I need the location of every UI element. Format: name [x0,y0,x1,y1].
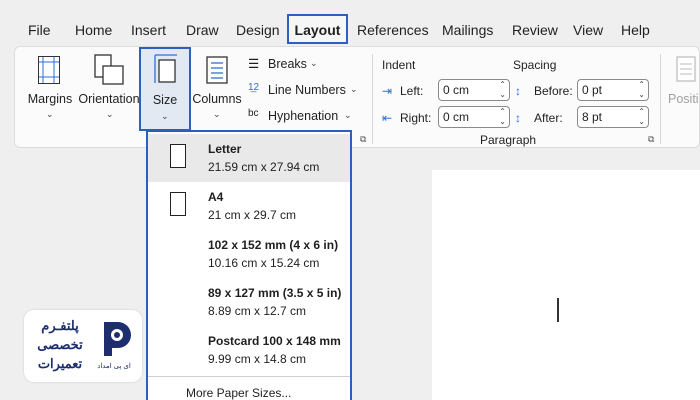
orientation-icon [94,54,124,85]
indent-right-value: 0 cm [443,110,470,124]
position-button[interactable]: Positi [666,54,700,114]
position-icon [676,56,696,82]
size-option-4x6[interactable]: 102 x 152 mm (4 x 6 in) 10.16 cm x 15.24… [148,230,350,278]
size-option-postcard[interactable]: Postcard 100 x 148 mm 9.99 cm x 14.8 cm [148,326,350,374]
indent-left-icon: ⇥ [382,84,393,98]
indent-right-input[interactable]: 0 cm ⌃ ⌄ [438,106,510,128]
spacing-after-value: 8 pt [582,110,603,124]
line-numbers-icon: 1̲2 [248,82,260,93]
logo-mark-icon [104,322,131,356]
chevron-down-icon: ⌄ [350,84,358,94]
size-option-title: 89 x 127 mm (3.5 x 5 in) [208,286,342,300]
menu-bar: File Home Insert Draw Design Layout Refe… [0,0,700,44]
paragraph-group-label: Paragraph [480,133,537,147]
columns-icon [206,56,228,84]
logo-line-3: تعمیرات [37,356,83,371]
group-divider [372,54,373,144]
size-option-dims: 21.59 cm x 27.94 cm [208,160,320,174]
menu-help[interactable]: Help [621,22,650,38]
menu-references[interactable]: References [357,22,429,38]
menu-separator [148,376,350,377]
spin-arrows-icon[interactable]: ⌃ ⌄ [638,107,645,127]
menu-insert[interactable]: Insert [131,22,166,38]
size-option-dims: 9.99 cm x 14.8 cm [208,352,307,366]
page-icon [170,144,186,168]
size-option-title: A4 [208,190,224,204]
size-label: Size [152,93,178,107]
hyphenation-label: Hyphenation [268,109,339,123]
menu-mailings[interactable]: Mailings [442,22,493,38]
columns-button[interactable]: Columns ⌄ [192,52,242,124]
page-setup-launcher-icon[interactable]: ⧉ [360,134,366,145]
size-option-title: Letter [208,142,242,156]
logo-subtitle: ای پی امداد [97,363,131,370]
menu-layout[interactable]: Layout [287,14,348,44]
breaks-button[interactable]: ☰ Breaks ⌄ [248,56,358,74]
indent-right-icon: ⇤ [382,111,393,125]
group-divider [660,54,661,144]
spacing-before-value: 0 pt [582,83,603,97]
more-paper-sizes[interactable]: More Paper Sizes... [186,386,291,400]
position-label: Positi [668,92,699,106]
brand-logo: پلتفـرم تخصصی تعمیرات ای پی امداد [24,310,142,382]
indent-title: Indent [382,58,416,72]
margins-icon [38,56,60,84]
page-icon [170,192,186,216]
orientation-button[interactable]: Orientation ⌄ [78,52,140,124]
spacing-title: Spacing [513,58,557,72]
margins-label: Margins [27,92,73,106]
line-numbers-button[interactable]: 1̲2 Line Numbers ⌄ [248,82,358,100]
breaks-label: Breaks [268,57,307,71]
size-option-title: 102 x 152 mm (4 x 6 in) [208,238,339,252]
chevron-down-icon: ⌄ [106,109,114,119]
spacing-after-input[interactable]: 8 pt ⌃ ⌄ [577,106,649,128]
chevron-down-icon: ⌄ [344,110,352,120]
size-option-dims: 10.16 cm x 15.24 cm [208,256,320,270]
indent-left-label: Left: [400,84,424,98]
menu-draw[interactable]: Draw [186,22,219,38]
spacing-after-label: After: [534,111,563,125]
paragraph-launcher-icon[interactable]: ⧉ [648,134,654,145]
size-dropdown: Letter 21.59 cm x 27.94 cm A4 21 cm x 29… [146,130,352,400]
size-option-title: Postcard 100 x 148 mm [208,334,341,348]
indent-left-value: 0 cm [443,83,470,97]
spin-arrows-icon[interactable]: ⌃ ⌄ [499,80,506,100]
spacing-before-icon: ↕ [515,84,521,98]
spin-arrows-icon[interactable]: ⌃ ⌄ [638,80,645,100]
menu-file[interactable]: File [28,22,51,38]
size-button[interactable]: Size ⌄ [139,47,191,131]
menu-layout-label: Layout [294,22,341,38]
size-option-dims: 21 cm x 29.7 cm [208,208,297,222]
margins-button[interactable]: Margins ⌄ [24,52,76,124]
text-cursor [557,298,559,322]
spacing-before-label: Before: [534,84,573,98]
indent-left-input[interactable]: 0 cm ⌃ ⌄ [438,79,510,101]
size-icon [154,54,177,83]
menu-review[interactable]: Review [512,22,558,38]
columns-label: Columns [192,92,242,106]
chevron-down-icon: ⌄ [161,111,169,121]
orientation-label: Orientation [78,92,140,106]
spacing-after-icon: ↕ [515,111,521,125]
spacing-before-input[interactable]: 0 pt ⌃ ⌄ [577,79,649,101]
logo-line-1: پلتفـرم [41,318,79,333]
size-option-letter[interactable]: Letter 21.59 cm x 27.94 cm [148,134,350,182]
menu-view[interactable]: View [573,22,603,38]
line-numbers-label: Line Numbers [268,83,346,97]
size-option-3-5x5[interactable]: 89 x 127 mm (3.5 x 5 in) 8.89 cm x 12.7 … [148,278,350,326]
menu-home[interactable]: Home [75,22,112,38]
chevron-down-icon: ⌄ [310,58,318,68]
chevron-down-icon: ⌄ [213,109,221,119]
logo-line-2: تخصصی [37,337,83,352]
indent-right-label: Right: [400,111,432,125]
breaks-icon: ☰ [248,57,260,71]
hyphenation-button[interactable]: bc Hyphenation ⌄ [248,108,358,126]
size-option-dims: 8.89 cm x 12.7 cm [208,304,307,318]
size-option-a4[interactable]: A4 21 cm x 29.7 cm [148,182,350,230]
chevron-down-icon: ⌄ [46,109,54,119]
hyphenation-icon: bc [248,108,259,119]
document-page[interactable] [432,170,700,400]
menu-design[interactable]: Design [236,22,280,38]
spin-arrows-icon[interactable]: ⌃ ⌄ [499,107,506,127]
